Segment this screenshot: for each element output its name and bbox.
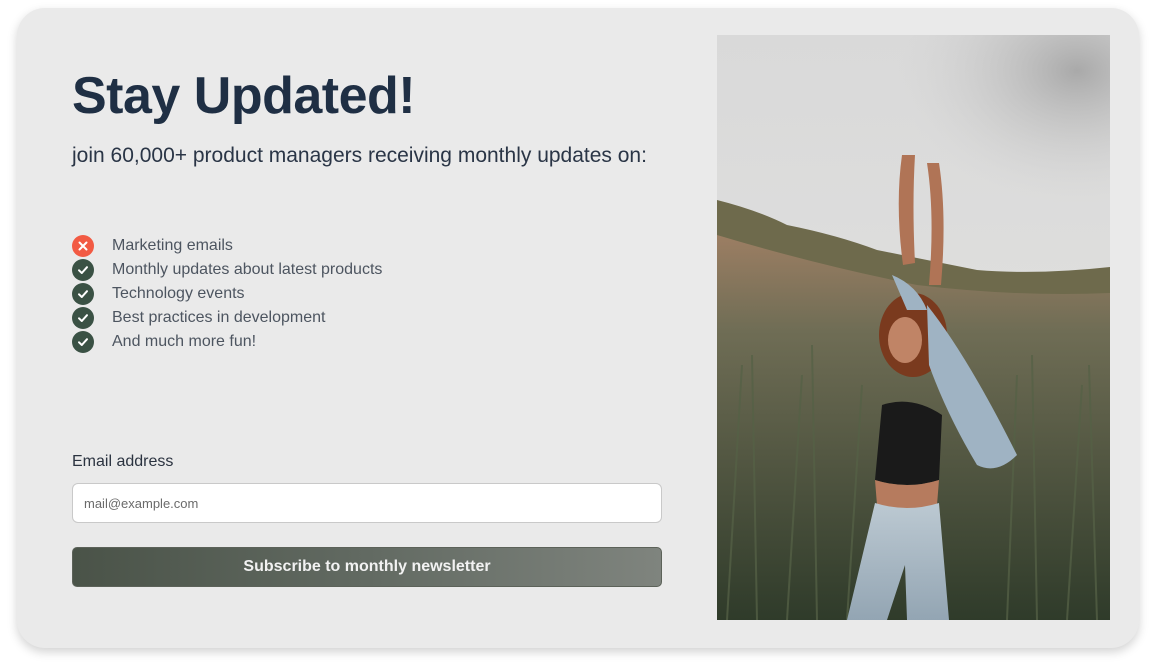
list-item: Best practices in development [72,306,382,330]
check-circle-icon [72,259,94,281]
feature-label: Technology events [112,285,245,302]
x-circle-icon [72,235,94,257]
check-circle-icon [72,331,94,353]
feature-label: Marketing emails [112,237,233,254]
check-circle-icon [72,283,94,305]
email-field[interactable] [72,483,662,523]
list-item: Marketing emails [72,234,382,258]
feature-label: Monthly updates about latest products [112,261,383,278]
email-label: Email address [72,453,174,470]
page-subtitle: join 60,000+ product managers receiving … [72,144,647,167]
feature-list: Marketing emails Monthly updates about l… [72,234,382,354]
list-item: Monthly updates about latest products [72,258,382,282]
newsletter-card: Stay Updated! join 60,000+ product manag… [17,8,1139,648]
list-item: Technology events [72,282,382,306]
feature-label: Best practices in development [112,309,326,326]
list-item: And much more fun! [72,330,382,354]
check-circle-icon [72,307,94,329]
page-title: Stay Updated! [72,67,416,125]
subscribe-button[interactable]: Subscribe to monthly newsletter [72,547,662,587]
feature-label: And much more fun! [112,333,257,350]
hero-photo [717,35,1110,620]
